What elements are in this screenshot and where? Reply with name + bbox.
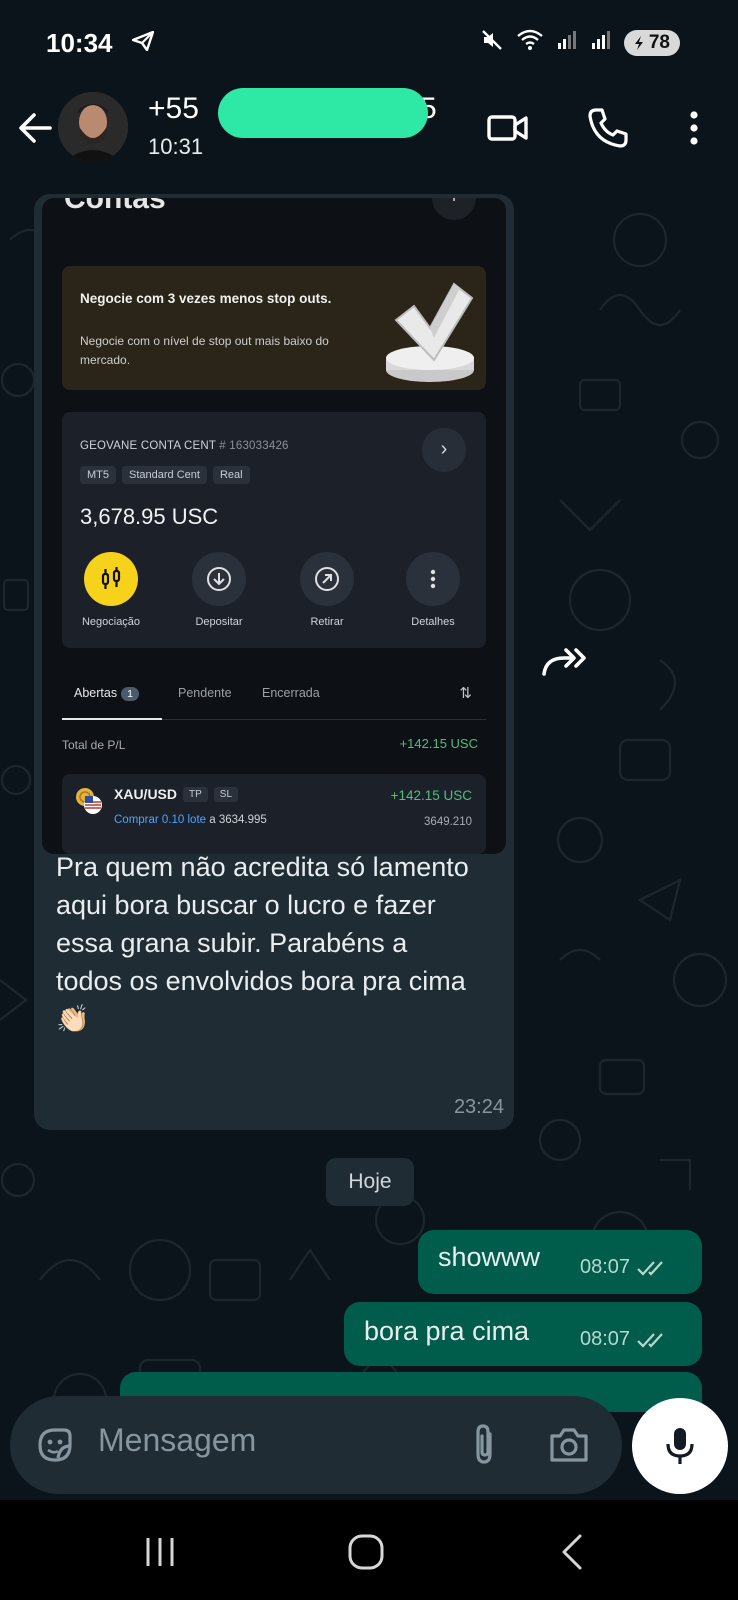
action-retirar: Retirar [282, 552, 372, 628]
video-call-icon[interactable] [484, 104, 532, 152]
action-label: Negociação [81, 616, 141, 628]
total-pl-label: Total de P/L [62, 738, 126, 752]
tag-account-type: Standard Cent [122, 466, 207, 484]
tag-tp: TP [183, 786, 208, 802]
status-icons: 78 [480, 28, 680, 57]
avatar[interactable] [58, 92, 128, 162]
position-symbol: XAU/USD TP SL [114, 786, 239, 802]
tab-underline [62, 718, 162, 720]
phone-icon[interactable] [584, 104, 632, 152]
promo-banner: Negocie com 3 vezes menos stop outs. Neg… [62, 266, 486, 390]
outgoing-message-bubble[interactable]: bora pra cima 08:07 [344, 1302, 702, 1366]
double-check-icon [637, 1260, 663, 1276]
account-balance: 3,678.95 USC [80, 504, 219, 529]
redaction-mark [218, 88, 428, 138]
screenshot-page-title: Contas [64, 198, 166, 215]
mute-icon [480, 28, 504, 57]
mic-icon [666, 1428, 694, 1464]
forward-icon[interactable] [520, 622, 604, 706]
tab-encerrada: Encerrada [262, 686, 320, 700]
position-current-price: 3649.210 [424, 816, 472, 828]
battery-icon: 78 [623, 29, 680, 56]
account-card: GEOVANE CONTA CENT # 163033426 › MT5 Sta… [62, 412, 486, 648]
chevron-right-icon: › [422, 428, 466, 472]
back-icon[interactable] [552, 1530, 596, 1574]
outgoing-message-text: showww [438, 1242, 541, 1272]
wifi-icon [516, 28, 544, 57]
total-pl-value: +142.15 USC [399, 736, 478, 751]
system-nav-bar [0, 1500, 738, 1600]
action-negociacao: Negociação [66, 552, 156, 628]
account-tags: MT5 Standard Cent Real [80, 466, 250, 484]
double-check-icon [637, 1332, 663, 1348]
more-vert-icon [406, 552, 460, 606]
tag-mode: Real [212, 466, 250, 484]
position-card: XAU/USD TP SL Comprar 0.10 lote a 3634.9… [62, 774, 486, 854]
positions-tabs: Abertas 1 Pendente Encerrada ⇅ [62, 676, 486, 720]
action-label: Depositar [195, 616, 243, 628]
outgoing-message-time: 08:07 [580, 1328, 670, 1351]
home-icon[interactable] [344, 1530, 388, 1574]
battery-level: 78 [648, 31, 670, 53]
message-composer[interactable]: Mensagem [10, 1396, 622, 1494]
day-divider: Hoje [326, 1158, 414, 1206]
sort-icon: ⇅ [459, 685, 472, 702]
outgoing-message-text: bora pra cima [364, 1316, 530, 1346]
position-side: Comprar 0.10 lote a 3634.995 [114, 814, 267, 826]
download-icon [192, 552, 246, 606]
sticker-icon[interactable] [30, 1420, 80, 1470]
status-time: 10:34 [46, 28, 113, 58]
promo-title: Negocie com 3 vezes menos stop outs. [80, 291, 332, 306]
chat-header: +55 5 10:31 [0, 88, 738, 180]
action-depositar: Depositar [174, 552, 264, 628]
action-label: Retirar [310, 616, 344, 628]
outgoing-message-time: 08:07 [580, 1256, 670, 1279]
shared-screenshot[interactable]: Contas + Negocie com 3 vezes menos stop … [42, 198, 506, 854]
contact-name-prefix[interactable]: +55 [148, 92, 199, 126]
gold-usd-flag-icon [76, 788, 102, 814]
tag-sl: SL [213, 786, 239, 802]
signal-icon [590, 29, 612, 56]
upload-icon [300, 552, 354, 606]
account-name: GEOVANE CONTA CENT # 163033426 [80, 440, 289, 452]
tab-abertas: Abertas 1 [74, 686, 139, 701]
promo-text: Negocie com o nível de stop out mais bai… [80, 334, 329, 367]
mic-button[interactable] [632, 1398, 728, 1494]
action-label: Detalhes [411, 616, 455, 628]
open-count-badge: 1 [121, 687, 139, 701]
back-arrow-icon[interactable] [14, 106, 58, 150]
plus-icon: + [432, 198, 476, 220]
more-vert-icon[interactable] [670, 104, 718, 152]
signal-icon [556, 29, 578, 56]
outgoing-message-bubble[interactable]: showww 08:07 [418, 1230, 702, 1294]
tag-platform: MT5 [80, 466, 116, 484]
incoming-message-time: 23:24 [453, 1096, 504, 1118]
message-input[interactable]: Mensagem [98, 1422, 256, 1459]
incoming-message-text: Pra quem não acredita só lamento aqui bo… [56, 852, 469, 1034]
tab-pendente: Pendente [178, 686, 232, 700]
status-bar: 10:34 78 [0, 0, 738, 88]
candles-icon [84, 552, 138, 606]
telegram-icon [131, 30, 155, 56]
position-pnl: +142.15 USC [390, 788, 472, 803]
last-seen: 10:31 [148, 134, 204, 159]
checkmark-trophy-icon [386, 282, 474, 382]
attach-icon[interactable] [460, 1420, 510, 1470]
account-actions: Negociação Depositar Retirar Detalhes [62, 552, 486, 642]
camera-icon[interactable] [544, 1420, 594, 1470]
action-detalhes: Detalhes [388, 552, 478, 628]
recents-icon[interactable] [138, 1530, 182, 1574]
